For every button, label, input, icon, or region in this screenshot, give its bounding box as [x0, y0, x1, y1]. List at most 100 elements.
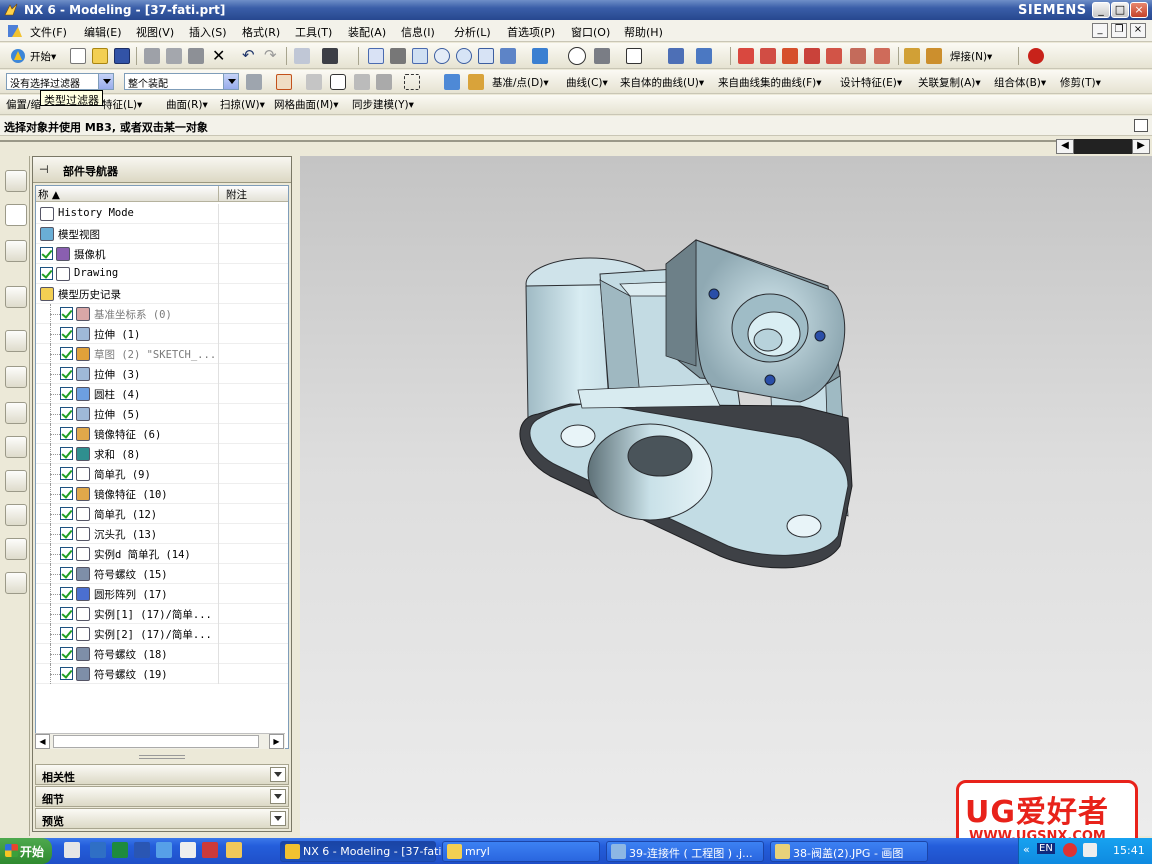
menu-curve-from-body[interactable]: 来自体的曲线(U)▾	[620, 75, 704, 90]
visibility-checkbox[interactable]	[60, 487, 73, 500]
tree-row[interactable]: 求和 (8)	[36, 444, 288, 464]
visibility-checkbox[interactable]	[60, 647, 73, 660]
task-image-viewer[interactable]: 39-连接件 ( 工程图 ) .j...	[606, 841, 764, 862]
visibility-checkbox[interactable]	[60, 367, 73, 380]
stop-at-intersection-icon[interactable]	[354, 74, 370, 90]
tree-row[interactable]: Drawing	[36, 264, 288, 284]
new-file-icon[interactable]	[70, 48, 86, 64]
roles-tab[interactable]	[5, 470, 27, 492]
tree-row[interactable]: 摄像机	[36, 244, 288, 264]
strip-thumb[interactable]	[1074, 139, 1132, 154]
menu-curve-from-curves[interactable]: 来自曲线集的曲线(F)▾	[718, 75, 822, 90]
tree-row[interactable]: 符号螺纹 (19)	[36, 664, 288, 684]
misc-quicklaunch-icon[interactable]	[226, 842, 242, 858]
menu-combine[interactable]: 组合体(B)▾	[994, 75, 1046, 90]
tree-row[interactable]: 镜像特征 (10)	[36, 484, 288, 504]
system-materials-tab[interactable]	[5, 366, 27, 388]
copy-icon[interactable]	[166, 48, 182, 64]
measure-angle-icon[interactable]	[926, 48, 942, 64]
column-divider[interactable]	[218, 186, 219, 202]
menu-design-feature[interactable]: 设计特征(E)▾	[840, 75, 902, 90]
history-palette-tab[interactable]	[5, 572, 27, 594]
menu-assembly[interactable]: 装配(A)	[348, 24, 386, 40]
chevron-down-icon[interactable]	[270, 811, 286, 826]
delete-icon[interactable]: ✕	[212, 46, 225, 65]
weld-menu-button[interactable]: 焊接(N)▾	[950, 49, 992, 64]
tree-row[interactable]: 圆柱 (4)	[36, 384, 288, 404]
hd3d-tools-tab[interactable]	[5, 286, 27, 308]
face-rule-icon[interactable]	[330, 74, 346, 90]
tree-row[interactable]: 拉伸 (3)	[36, 364, 288, 384]
tray-app-icon[interactable]	[1063, 843, 1077, 857]
part-model[interactable]	[300, 156, 1152, 836]
render-ball-icon[interactable]	[1028, 48, 1044, 64]
menu-view[interactable]: 视图(V)	[136, 24, 174, 40]
graphics-window[interactable]	[300, 156, 1152, 836]
menu-mesh-surface[interactable]: 网格曲面(M)▾	[274, 97, 339, 112]
preview-panel[interactable]: 预览	[35, 808, 289, 829]
dependencies-panel[interactable]: 相关性	[35, 764, 289, 785]
visibility-checkbox[interactable]	[60, 387, 73, 400]
tree-row[interactable]: 实例[2] (17)/简单...	[36, 624, 288, 644]
splitter-grip[interactable]	[139, 755, 185, 759]
visibility-checkbox[interactable]	[60, 527, 73, 540]
doc-quicklaunch-icon[interactable]	[180, 842, 196, 858]
menu-offset-scale[interactable]: 偏置/缩	[6, 97, 41, 112]
render-style-icon[interactable]	[594, 48, 610, 64]
visibility-checkbox[interactable]	[60, 507, 73, 520]
visibility-checkbox[interactable]	[60, 587, 73, 600]
menu-preferences[interactable]: 首选项(P)	[507, 24, 555, 40]
tray-expand-icon[interactable]: «	[1023, 843, 1030, 856]
menu-surface[interactable]: 曲面(R)▾	[166, 97, 208, 112]
menu-format[interactable]: 格式(R)	[242, 24, 280, 40]
chevron-down-icon[interactable]	[98, 74, 113, 89]
language-indicator[interactable]: EN	[1037, 843, 1055, 854]
visibility-checkbox[interactable]	[60, 667, 73, 680]
visibility-checkbox[interactable]	[60, 607, 73, 620]
process-studio-tab[interactable]	[5, 436, 27, 458]
fit-view-icon[interactable]	[368, 48, 384, 64]
menu-tools[interactable]: 工具(T)	[295, 24, 332, 40]
snap-point-toggle-icon[interactable]	[276, 74, 292, 90]
details-panel[interactable]: 细节	[35, 786, 289, 807]
task-nx-modeling[interactable]: NX 6 - Modeling - [37-fati...	[280, 841, 452, 862]
tree-row[interactable]: 圆形阵列 (17)	[36, 584, 288, 604]
tree-row[interactable]: 实例d 简单孔 (14)	[36, 544, 288, 564]
word-quicklaunch-icon[interactable]	[134, 842, 150, 858]
general-filter-icon[interactable]	[246, 74, 262, 90]
visibility-checkbox[interactable]	[60, 407, 73, 420]
menu-info[interactable]: 信息(I)	[401, 24, 435, 40]
block-icon[interactable]	[444, 74, 460, 90]
visibility-checkbox[interactable]	[60, 627, 73, 640]
find-icon[interactable]	[322, 48, 338, 64]
visibility-checkbox[interactable]	[60, 447, 73, 460]
pin-icon[interactable]: ⊣	[39, 163, 49, 176]
chevron-down-icon[interactable]	[270, 789, 286, 804]
visibility-checkbox[interactable]	[60, 547, 73, 560]
scroll-right-icon[interactable]: ▶	[1132, 139, 1150, 154]
layer-icon[interactable]	[696, 48, 712, 64]
snap-quadrant-icon[interactable]	[850, 48, 866, 64]
menu-file[interactable]: 文件(F)	[30, 24, 67, 40]
menu-feature[interactable]: 特征(L)▾	[102, 97, 142, 112]
tree-row[interactable]: 沉头孔 (13)	[36, 524, 288, 544]
menu-insert[interactable]: 插入(S)	[189, 24, 227, 40]
nx-quicklaunch-icon[interactable]	[202, 842, 218, 858]
tree-row[interactable]: 拉伸 (5)	[36, 404, 288, 424]
selection-scope-dropdown[interactable]: 整个装配	[124, 73, 239, 90]
tree-horizontal-scrollbar[interactable]: ◀ ▶	[35, 733, 285, 749]
doc-minimize-button[interactable]: _	[1092, 23, 1108, 38]
magnify-icon[interactable]	[434, 48, 450, 64]
menu-edit[interactable]: 编辑(E)	[84, 24, 122, 40]
tree-row[interactable]: 模型视图	[36, 224, 288, 244]
start-icon[interactable]	[10, 48, 26, 64]
snap-intersection-icon[interactable]	[804, 48, 820, 64]
minimize-button[interactable]: _	[1092, 2, 1110, 18]
zoom-icon[interactable]	[412, 48, 428, 64]
visibility-checkbox[interactable]	[60, 327, 73, 340]
sketch-toolbar-icon[interactable]	[468, 74, 484, 90]
snap-midpoint-icon[interactable]	[760, 48, 776, 64]
start-button[interactable]: 开始	[0, 838, 52, 864]
chevron-down-icon[interactable]	[223, 74, 238, 89]
background-icon[interactable]	[626, 48, 642, 64]
